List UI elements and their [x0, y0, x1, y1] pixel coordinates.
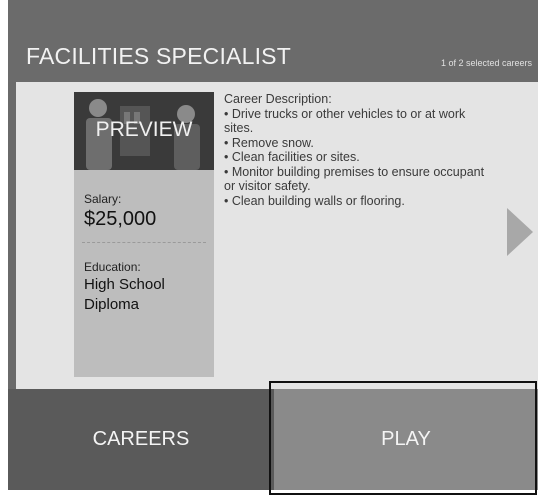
career-title: FACILITIES SPECIALIST [26, 43, 291, 69]
career-card: PREVIEW Salary: $25,000 Education: High … [74, 92, 214, 377]
careers-button[interactable]: CAREERS [8, 389, 274, 490]
description-item: • Clean facilities or sites. [224, 150, 360, 164]
career-description: Career Description: • Drive trucks or ot… [224, 92, 494, 208]
description-item: • Clean building walls or flooring. [224, 193, 405, 208]
preview-label: PREVIEW [95, 118, 193, 141]
description-item: • Remove snow. [224, 135, 314, 150]
description-item: • Drive trucks or other vehicles to or a… [224, 106, 466, 136]
career-panel: PREVIEW Salary: $25,000 Education: High … [16, 82, 538, 389]
card-divider [82, 242, 206, 243]
selection-counter: 1 of 2 selected careers [440, 58, 532, 68]
description-item: • Monitor building premises to ensure oc… [224, 164, 485, 194]
education-label: Education: [84, 260, 141, 274]
salary-label: Salary: [84, 192, 122, 206]
preview-thumbnail[interactable]: PREVIEW [74, 92, 214, 170]
education-value: High School Diploma [84, 276, 165, 313]
description-heading: Career Description: [224, 92, 332, 106]
career-screen: FACILITIES SPECIALIST 1 of 2 selected ca… [8, 0, 538, 490]
salary-value: $25,000 [84, 208, 157, 230]
header-bar: FACILITIES SPECIALIST 1 of 2 selected ca… [8, 0, 538, 82]
play-button[interactable]: PLAY [274, 389, 538, 490]
chevron-right-icon[interactable] [507, 208, 533, 256]
